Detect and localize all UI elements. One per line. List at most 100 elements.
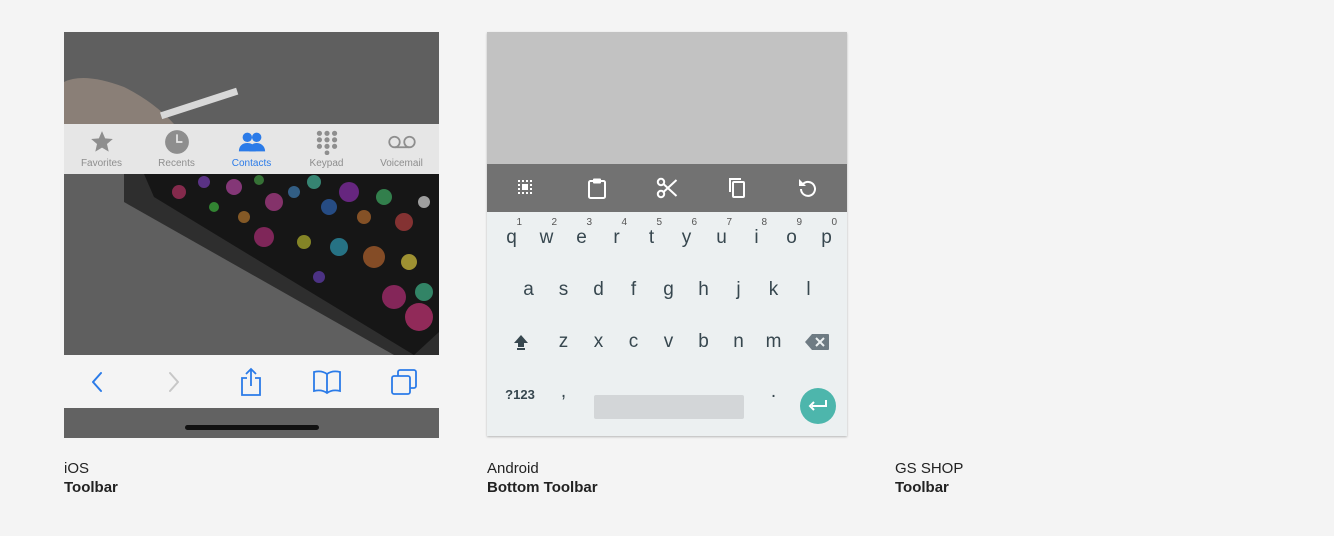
tabs-button[interactable] bbox=[383, 362, 425, 402]
key-d[interactable]: d bbox=[581, 268, 616, 312]
back-button[interactable] bbox=[76, 362, 118, 402]
ios-caption: iOS Toolbar bbox=[64, 459, 118, 497]
ipad-photo bbox=[64, 32, 439, 355]
tab-favorites[interactable]: Favorites bbox=[64, 124, 139, 174]
key-r[interactable]: r4 bbox=[599, 216, 634, 260]
key-e[interactable]: e3 bbox=[564, 216, 599, 260]
key-u[interactable]: u7 bbox=[704, 216, 739, 260]
key-l[interactable]: l bbox=[791, 268, 826, 312]
keypad-icon bbox=[312, 128, 342, 156]
key-j[interactable]: j bbox=[721, 268, 756, 312]
select-all-button[interactable] bbox=[508, 170, 544, 206]
android-caption: Android Bottom Toolbar bbox=[487, 459, 598, 497]
key-number: 6 bbox=[691, 217, 697, 228]
select-all-icon bbox=[518, 180, 533, 194]
tab-label: Voicemail bbox=[380, 158, 423, 169]
bookmarks-button[interactable] bbox=[306, 362, 348, 402]
key-char: o bbox=[786, 227, 797, 248]
key-number: 0 bbox=[831, 217, 837, 228]
shift-key[interactable] bbox=[503, 320, 538, 364]
undo-icon bbox=[798, 179, 816, 197]
key-c[interactable]: c bbox=[616, 320, 651, 364]
backspace-icon bbox=[804, 334, 829, 350]
key-y[interactable]: y6 bbox=[669, 216, 704, 260]
tab-voicemail[interactable]: Voicemail bbox=[364, 124, 439, 174]
paste-button[interactable] bbox=[579, 170, 615, 206]
enter-key[interactable] bbox=[800, 388, 836, 424]
key-p[interactable]: p0 bbox=[809, 216, 844, 260]
key-char: y bbox=[681, 227, 692, 248]
key-i[interactable]: i8 bbox=[739, 216, 774, 260]
key-m[interactable]: m bbox=[756, 320, 791, 364]
key-char: q bbox=[506, 227, 517, 248]
keyboard-row-3: z x c v b n m bbox=[487, 316, 847, 368]
tab-keypad[interactable]: Keypad bbox=[289, 124, 364, 174]
share-icon bbox=[240, 367, 261, 396]
ios-tab-bar: Favorites Recents Contacts Keypad Voicem… bbox=[64, 124, 439, 174]
android-bottom-toolbar bbox=[487, 164, 847, 212]
cut-icon bbox=[656, 177, 678, 199]
copy-icon bbox=[729, 178, 746, 198]
key-number: 3 bbox=[586, 217, 592, 228]
caption-type: Bottom Toolbar bbox=[487, 479, 598, 496]
period-key[interactable]: . bbox=[756, 370, 791, 414]
key-f[interactable]: f bbox=[616, 268, 651, 312]
symbols-key[interactable]: ?123 bbox=[494, 372, 546, 416]
copy-button[interactable] bbox=[719, 170, 755, 206]
android-content-area bbox=[487, 32, 847, 164]
ios-example-panel: Favorites Recents Contacts Keypad Voicem… bbox=[64, 32, 439, 438]
key-q[interactable]: q1 bbox=[494, 216, 529, 260]
key-number: 1 bbox=[516, 217, 522, 228]
comma-key[interactable]: , bbox=[546, 370, 581, 414]
contacts-icon bbox=[237, 128, 267, 156]
key-x[interactable]: x bbox=[581, 320, 616, 364]
voicemail-icon bbox=[387, 128, 417, 156]
gsshop-caption: GS SHOP Toolbar bbox=[895, 459, 963, 497]
key-number: 9 bbox=[796, 217, 802, 228]
key-z[interactable]: z bbox=[546, 320, 581, 364]
bookmarks-icon bbox=[313, 370, 342, 394]
key-h[interactable]: h bbox=[686, 268, 721, 312]
caption-type: Toolbar bbox=[64, 479, 118, 496]
key-t[interactable]: t5 bbox=[634, 216, 669, 260]
key-w[interactable]: w2 bbox=[529, 216, 564, 260]
key-char: w bbox=[539, 227, 554, 248]
home-indicator[interactable] bbox=[185, 425, 319, 430]
star-icon bbox=[87, 128, 117, 156]
paste-icon bbox=[587, 178, 606, 199]
caption-platform: GS SHOP bbox=[895, 460, 964, 477]
key-b[interactable]: b bbox=[686, 320, 721, 364]
key-s[interactable]: s bbox=[546, 268, 581, 312]
key-char: p bbox=[821, 227, 832, 248]
back-icon bbox=[92, 371, 102, 392]
tab-label: Recents bbox=[158, 158, 195, 169]
key-number: 8 bbox=[761, 217, 767, 228]
key-char: r bbox=[613, 227, 620, 248]
key-number: 4 bbox=[621, 217, 627, 228]
key-k[interactable]: k bbox=[756, 268, 791, 312]
key-a[interactable]: a bbox=[511, 268, 546, 312]
forward-icon bbox=[168, 371, 179, 392]
key-v[interactable]: v bbox=[651, 320, 686, 364]
forward-button[interactable] bbox=[153, 362, 195, 402]
keyboard-row-1: q1 w2 e3 r4 t5 y6 u7 i8 o9 p0 bbox=[487, 212, 847, 264]
caption-platform: iOS bbox=[64, 460, 90, 477]
clock-icon bbox=[162, 128, 192, 156]
key-char: t bbox=[648, 227, 655, 248]
backspace-key[interactable] bbox=[799, 320, 834, 364]
key-char: e bbox=[576, 227, 587, 248]
cut-button[interactable] bbox=[649, 170, 685, 206]
key-char: u bbox=[716, 227, 727, 248]
space-key[interactable] bbox=[594, 395, 744, 419]
key-o[interactable]: o9 bbox=[774, 216, 809, 260]
share-button[interactable] bbox=[230, 362, 272, 402]
caption-platform: Android bbox=[487, 460, 539, 477]
tab-contacts[interactable]: Contacts bbox=[214, 124, 289, 174]
key-number: 7 bbox=[726, 217, 732, 228]
tab-recents[interactable]: Recents bbox=[139, 124, 214, 174]
key-g[interactable]: g bbox=[651, 268, 686, 312]
key-n[interactable]: n bbox=[721, 320, 756, 364]
undo-button[interactable] bbox=[790, 170, 826, 206]
keyboard-row-2: a s d f g h j k l bbox=[487, 264, 847, 316]
android-keyboard: q1 w2 e3 r4 t5 y6 u7 i8 o9 p0 a s d f g … bbox=[487, 212, 847, 436]
